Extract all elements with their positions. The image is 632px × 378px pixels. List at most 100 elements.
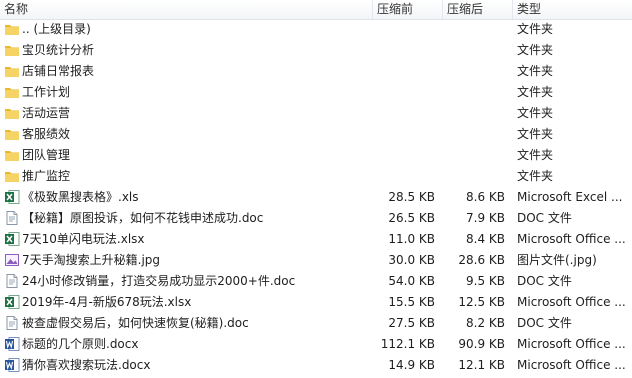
file-row[interactable]: 24小时修改销量，打造交易成功显示2000+件.doc 54.0 KB 9.5 KB… bbox=[0, 271, 632, 292]
row-compressed-size: 8.6 KB bbox=[466, 190, 505, 204]
file-row[interactable]: 【秘籍】原图投诉，如何不花钱申述成功.doc 26.5 KB 7.9 KB DOC 文… bbox=[0, 208, 632, 229]
row-compressed-size bbox=[443, 124, 505, 145]
folder-row[interactable]: 店铺日常报表 文件夹 bbox=[0, 61, 632, 82]
document-file-icon bbox=[4, 273, 20, 294]
row-type: 文件夹 bbox=[517, 148, 554, 162]
row-compressed-size: 12.5 KB bbox=[458, 295, 505, 309]
row-compressed-size bbox=[443, 40, 505, 61]
column-header-name[interactable]: 名称 bbox=[0, 0, 373, 19]
folder-icon bbox=[4, 105, 20, 126]
excel-file-icon bbox=[4, 189, 20, 210]
row-name: 【秘籍】原图投诉，如何不花钱申述成功.doc bbox=[22, 211, 264, 225]
row-type: 文件夹 bbox=[517, 64, 554, 78]
row-type: Microsoft Office ... bbox=[517, 358, 626, 372]
image-file-icon bbox=[4, 252, 20, 273]
document-file-icon bbox=[4, 315, 20, 336]
folder-row[interactable]: 活动运营 文件夹 bbox=[0, 103, 632, 124]
row-original-size: 14.9 KB bbox=[388, 358, 435, 372]
folder-icon bbox=[4, 42, 20, 63]
file-row[interactable]: 猜你喜欢搜索玩法.docx 14.9 KB 12.1 KB Microsoft Off… bbox=[0, 355, 632, 376]
row-original-size: 27.5 KB bbox=[388, 316, 435, 330]
row-compressed-size bbox=[443, 61, 505, 82]
file-row[interactable]: 2019年-4月-新版678玩法.xlsx 15.5 KB 12.5 KB Micro… bbox=[0, 292, 632, 313]
row-original-size: 26.5 KB bbox=[388, 211, 435, 225]
row-name: 推广监控 bbox=[22, 169, 71, 183]
row-original-size: 30.0 KB bbox=[388, 253, 435, 267]
row-compressed-size bbox=[443, 103, 505, 124]
row-compressed-size bbox=[443, 19, 505, 40]
row-type: 文件夹 bbox=[517, 106, 554, 120]
folder-icon bbox=[4, 126, 20, 147]
row-compressed-size bbox=[443, 82, 505, 103]
row-compressed-size: 9.5 KB bbox=[466, 274, 505, 288]
row-type: 图片文件(.jpg) bbox=[517, 253, 597, 267]
row-type: DOC 文件 bbox=[517, 316, 572, 330]
row-name: 活动运营 bbox=[22, 106, 71, 120]
row-type: Microsoft Office ... bbox=[517, 337, 626, 351]
row-original-size: 112.1 KB bbox=[380, 337, 435, 351]
row-type: DOC 文件 bbox=[517, 211, 572, 225]
row-type: 文件夹 bbox=[517, 169, 554, 183]
row-name: 标题的几个原则.docx bbox=[22, 337, 139, 351]
folder-row[interactable]: 宝贝统计分析 文件夹 bbox=[0, 40, 632, 61]
row-compressed-size bbox=[443, 166, 505, 187]
row-type: 文件夹 bbox=[517, 85, 554, 99]
row-name: 被查虚假交易后，如何快速恢复(秘籍).doc bbox=[22, 316, 249, 330]
row-original-size bbox=[373, 166, 435, 187]
row-name: 7天手淘搜索上升秘籍.jpg bbox=[22, 253, 161, 267]
folder-row[interactable]: 推广监控 文件夹 bbox=[0, 166, 632, 187]
row-name: 宝贝统计分析 bbox=[22, 43, 95, 57]
file-row[interactable]: 《极致黑搜表格》.xls 28.5 KB 8.6 KB Microsoft Excel… bbox=[0, 187, 632, 208]
file-row[interactable]: 7天手淘搜索上升秘籍.jpg 30.0 KB 28.6 KB 图片文件(.jpg) bbox=[0, 250, 632, 271]
folder-icon bbox=[4, 21, 20, 42]
row-compressed-size: 7.9 KB bbox=[466, 211, 505, 225]
row-type: Microsoft Office ... bbox=[517, 232, 626, 246]
row-name: 24小时修改销量，打造交易成功显示2000+件.doc bbox=[22, 274, 296, 288]
row-original-size bbox=[373, 124, 435, 145]
column-header-compressed-size[interactable]: 压缩后 bbox=[443, 0, 513, 19]
column-header-original-size[interactable]: 压缩前 bbox=[373, 0, 443, 19]
row-original-size: 15.5 KB bbox=[388, 295, 435, 309]
row-name: 《极致黑搜表格》.xls bbox=[22, 190, 139, 204]
row-name: .. (上级目录) bbox=[22, 22, 91, 36]
row-name: 团队管理 bbox=[22, 148, 71, 162]
row-compressed-size: 28.6 KB bbox=[458, 253, 505, 267]
row-compressed-size: 8.2 KB bbox=[466, 316, 505, 330]
document-file-icon bbox=[4, 210, 20, 231]
row-original-size bbox=[373, 82, 435, 103]
row-original-size bbox=[373, 61, 435, 82]
excel-file-icon bbox=[4, 231, 20, 252]
row-original-size: 54.0 KB bbox=[388, 274, 435, 288]
row-type: DOC 文件 bbox=[517, 274, 572, 288]
row-compressed-size: 12.1 KB bbox=[458, 358, 505, 372]
excel-file-icon bbox=[4, 294, 20, 315]
row-name: 客服绩效 bbox=[22, 127, 71, 141]
row-type: Microsoft Office ... bbox=[517, 295, 626, 309]
row-original-size: 11.0 KB bbox=[388, 232, 435, 246]
folder-icon bbox=[4, 63, 20, 84]
word-file-icon bbox=[4, 336, 20, 357]
row-compressed-size: 90.9 KB bbox=[458, 337, 505, 351]
folder-row[interactable]: 团队管理 文件夹 bbox=[0, 145, 632, 166]
folder-icon bbox=[4, 147, 20, 168]
row-original-size: 28.5 KB bbox=[388, 190, 435, 204]
file-row[interactable]: 标题的几个原则.docx 112.1 KB 90.9 KB Microsoft Off… bbox=[0, 334, 632, 355]
folder-row[interactable]: 工作计划 文件夹 bbox=[0, 82, 632, 103]
row-original-size bbox=[373, 40, 435, 61]
file-row[interactable]: 7天10单闪电玩法.xlsx 11.0 KB 8.4 KB Microsoft Off… bbox=[0, 229, 632, 250]
folder-icon bbox=[4, 84, 20, 105]
row-original-size bbox=[373, 19, 435, 40]
row-name: 猜你喜欢搜索玩法.docx bbox=[22, 358, 151, 372]
file-list: .. (上级目录) 文件夹 宝贝统计分析 文件夹 店铺日常报表 文件夹 工作计划 文件夹 活动运… bbox=[0, 19, 632, 376]
row-original-size bbox=[373, 103, 435, 124]
column-header-type[interactable]: 类型 bbox=[513, 0, 632, 19]
row-type: 文件夹 bbox=[517, 22, 554, 36]
folder-row[interactable]: 客服绩效 文件夹 bbox=[0, 124, 632, 145]
file-row[interactable]: 被查虚假交易后，如何快速恢复(秘籍).doc 27.5 KB 8.2 KB DOC 文… bbox=[0, 313, 632, 334]
row-name: 7天10单闪电玩法.xlsx bbox=[22, 232, 145, 246]
row-name: 工作计划 bbox=[22, 85, 71, 99]
row-compressed-size bbox=[443, 145, 505, 166]
folder-row[interactable]: .. (上级目录) 文件夹 bbox=[0, 19, 632, 40]
row-type: Microsoft Excel ... bbox=[517, 190, 623, 204]
row-compressed-size: 8.4 KB bbox=[466, 232, 505, 246]
